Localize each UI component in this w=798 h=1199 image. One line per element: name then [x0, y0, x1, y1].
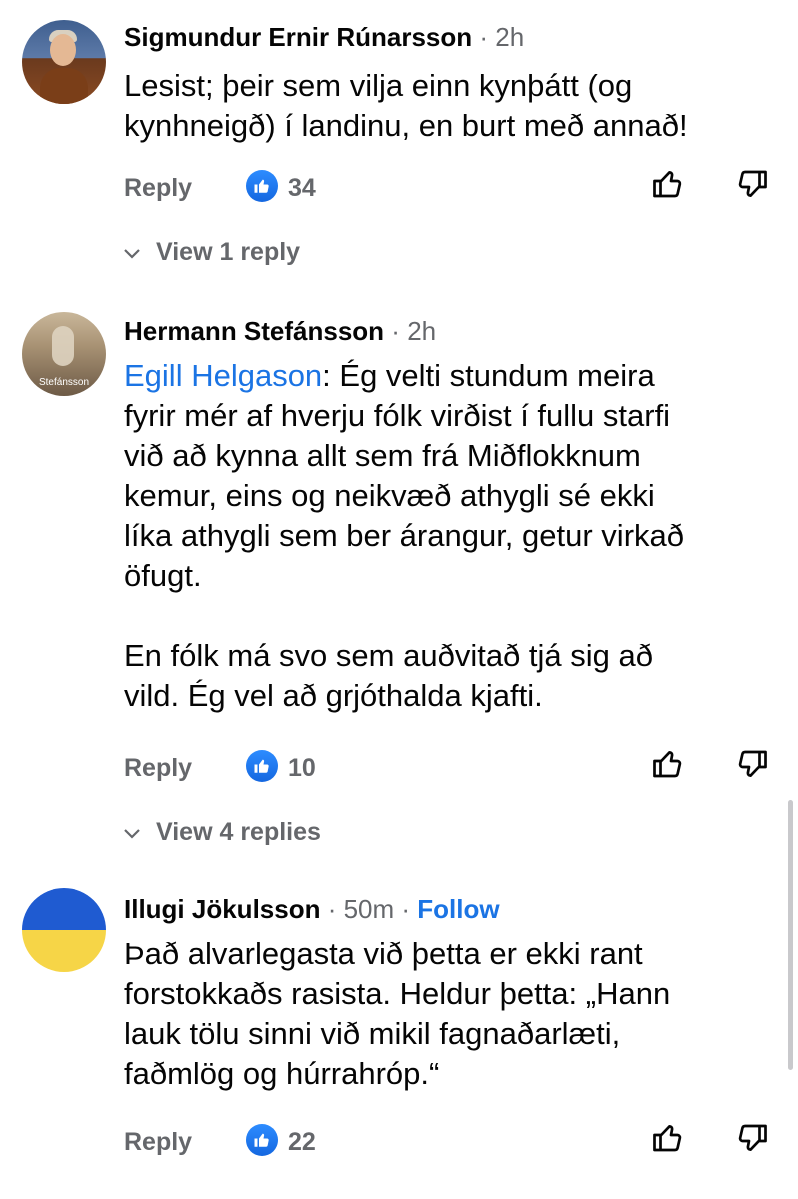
thumbs-down-icon[interactable] — [734, 1120, 770, 1156]
view-replies-label: View 4 replies — [156, 818, 321, 846]
comment-line: vild. Ég vel að grjóthalda kjafti. — [124, 678, 543, 713]
comment-line: forstokkaðs rasista. Heldur þetta: „Hann — [124, 976, 671, 1011]
timestamp[interactable]: 50m — [344, 894, 395, 924]
comment-line: Egill Helgason: Ég velti stundum meira — [124, 356, 774, 396]
reply-button[interactable]: Reply — [124, 1128, 192, 1157]
thumbs-down-icon[interactable] — [734, 746, 770, 782]
thumbs-up-icon[interactable] — [650, 746, 686, 782]
like-reaction-icon[interactable] — [246, 750, 278, 782]
comment-actions: Reply 22 — [0, 1124, 798, 1168]
like-count: 22 — [288, 1128, 316, 1156]
comment-body: Egill Helgason: Ég velti stundum meira f… — [124, 356, 774, 716]
mention-link[interactable]: Egill Helgason — [124, 358, 322, 393]
avatar[interactable] — [22, 888, 106, 972]
comment-line: En fólk má svo sem auðvitað tjá sig að — [124, 638, 653, 673]
thumbs-down-icon[interactable] — [734, 166, 770, 202]
comment-line: fyrir mér af hverju fólk virðist í fullu… — [124, 398, 671, 433]
author-name[interactable]: Hermann Stefánsson — [124, 316, 384, 346]
like-count: 10 — [288, 754, 316, 782]
author-line: Sigmundur Ernir Rúnarsson · 2h — [124, 22, 524, 53]
comment-line: við að kynna allt sem frá Miðflokknum — [124, 438, 641, 473]
follow-button[interactable]: Follow — [417, 894, 499, 924]
comment-line: lauk tölu sinni við mikil fagnaðarlæti, — [124, 1016, 621, 1051]
chevron-down-icon — [124, 249, 140, 259]
timestamp[interactable]: 2h — [407, 316, 436, 346]
comment-actions: Reply 34 — [0, 170, 798, 214]
view-replies-link[interactable]: View 4 replies — [122, 818, 321, 847]
comment-actions: Reply 10 — [0, 750, 798, 794]
avatar-caption: Stefánsson — [38, 377, 90, 388]
thumbs-up-icon[interactable] — [650, 166, 686, 202]
view-replies-link[interactable]: View 1 reply — [122, 238, 300, 267]
author-line: Illugi Jökulsson · 50m · Follow — [124, 894, 500, 925]
separator: · — [394, 894, 418, 924]
like-count: 34 — [288, 174, 316, 202]
timestamp[interactable]: 2h — [495, 22, 524, 52]
comment-body: Lesist; þeir sem vilja einn kynþátt (og … — [124, 66, 774, 146]
separator: · — [320, 894, 344, 924]
comment-line: Lesist; þeir sem vilja einn kynþátt (og — [124, 68, 633, 103]
like-reaction-icon[interactable] — [246, 1124, 278, 1156]
author-name[interactable]: Sigmundur Ernir Rúnarsson — [124, 22, 472, 52]
comment-line: Það alvarlegasta við þetta er ekki rant — [124, 936, 643, 971]
comment-line: öfugt. — [124, 558, 202, 593]
scrollbar[interactable] — [788, 800, 793, 1070]
comment-line: kynhneigð) í landinu, en burt með annað! — [124, 108, 688, 143]
separator: · — [472, 22, 496, 52]
comment-line: kemur, eins og neikvæð athygli sé ekki — [124, 478, 655, 513]
author-line: Hermann Stefánsson · 2h — [124, 316, 436, 347]
reply-button[interactable]: Reply — [124, 754, 192, 783]
avatar[interactable] — [22, 20, 106, 104]
separator: · — [384, 316, 408, 346]
author-name[interactable]: Illugi Jökulsson — [124, 894, 320, 924]
reply-button[interactable]: Reply — [124, 174, 192, 203]
comment-body: Það alvarlegasta við þetta er ekki rant … — [124, 934, 774, 1094]
thumbs-up-icon[interactable] — [650, 1120, 686, 1156]
like-reaction-icon[interactable] — [246, 170, 278, 202]
comment-line — [124, 596, 774, 636]
chevron-down-icon — [124, 829, 140, 839]
comment-line: líka athygli sem ber árangur, getur virk… — [124, 518, 684, 553]
comment-line: faðmlög og húrrahróp.“ — [124, 1056, 440, 1091]
comment-line-text: : Ég velti stundum meira — [322, 358, 655, 393]
avatar[interactable]: Stefánsson — [22, 312, 106, 396]
view-replies-label: View 1 reply — [156, 238, 301, 266]
